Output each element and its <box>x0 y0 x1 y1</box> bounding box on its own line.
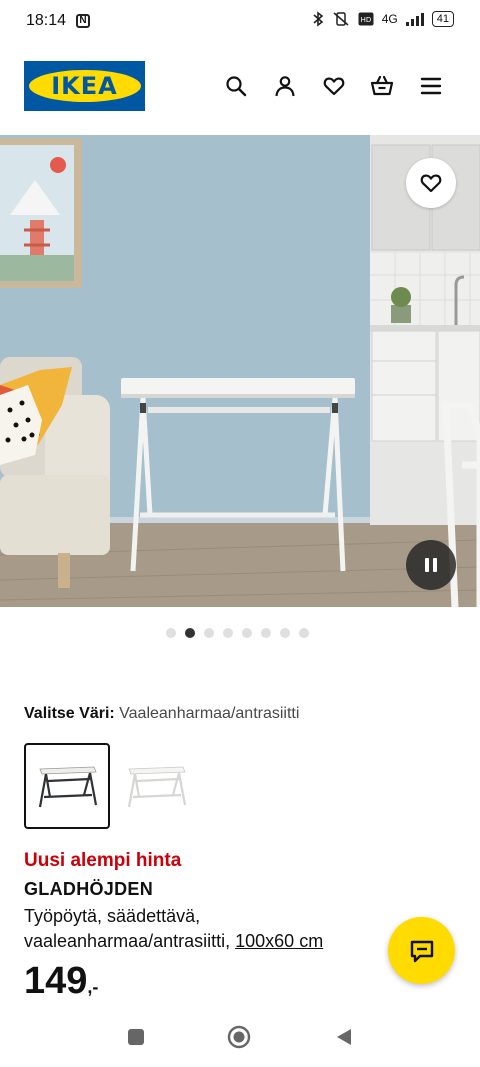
carousel-dot[interactable] <box>204 628 214 638</box>
price-suffix: ,- <box>87 977 99 997</box>
home-button[interactable] <box>227 1025 251 1049</box>
recents-button[interactable] <box>124 1025 148 1049</box>
logo-oval: IKEA <box>28 70 141 102</box>
chat-icon <box>410 940 433 962</box>
carousel-indicator <box>166 628 309 638</box>
product-price: 149,- <box>24 960 98 1003</box>
volte-icon: HD <box>358 12 374 26</box>
bluetooth-icon <box>313 11 324 27</box>
pause-icon <box>425 558 437 572</box>
basket-icon[interactable] <box>368 72 396 100</box>
battery-level: 41 <box>436 13 449 25</box>
logo-text: IKEA <box>51 72 118 100</box>
product-size-link[interactable]: 100x60 cm <box>235 931 323 951</box>
status-time: 18:14 <box>26 12 67 29</box>
back-icon <box>337 1029 351 1045</box>
desk-thumbnail-white <box>127 766 187 808</box>
desk-thumbnail-anthracite <box>38 766 98 808</box>
price-integer: 149 <box>24 960 88 1002</box>
vibrate-off-icon <box>333 12 349 26</box>
site-header: IKEA <box>0 40 480 135</box>
heart-icon <box>420 174 442 193</box>
battery-icon: 41 <box>431 11 454 27</box>
carousel-dot[interactable] <box>242 628 252 638</box>
new-lower-price-label: Uusi alempi hinta <box>24 850 182 871</box>
save-to-favourites-button[interactable] <box>406 158 456 208</box>
system-navigation-bar <box>0 1005 480 1067</box>
color-swatch-grey-anthracite[interactable] <box>24 743 110 829</box>
signal-icon <box>405 12 424 26</box>
carousel-dot[interactable] <box>166 628 176 638</box>
nfc-icon: N <box>76 14 90 28</box>
product-type: Työpöytä, säädettävä, vaaleanharmaa/antr… <box>24 906 231 951</box>
home-icon <box>227 1025 251 1049</box>
color-label: Valitse Väri: <box>24 705 115 722</box>
search-icon[interactable] <box>222 72 250 100</box>
recents-icon <box>128 1029 144 1045</box>
chat-button[interactable] <box>388 917 455 984</box>
heart-icon[interactable] <box>320 72 348 100</box>
color-selection-label: Valitse Väri: Vaaleanharmaa/antrasiitti <box>24 705 299 723</box>
back-button[interactable] <box>332 1025 356 1049</box>
product-name: GLADHÖJDEN <box>24 879 154 899</box>
carousel-dot[interactable] <box>280 628 290 638</box>
carousel-dot[interactable] <box>223 628 233 638</box>
room-scene-image <box>0 135 480 607</box>
product-description: Työpöytä, säädettävä, vaaleanharmaa/antr… <box>24 904 384 954</box>
account-icon[interactable] <box>271 72 299 100</box>
pause-slideshow-button[interactable] <box>406 540 456 590</box>
status-bar: 18:14 N HD 4G 41 <box>0 0 480 40</box>
ikea-logo[interactable]: IKEA <box>24 61 145 111</box>
status-icons: HD 4G 41 <box>312 11 454 27</box>
color-value: Vaaleanharmaa/antrasiitti <box>119 705 300 722</box>
carousel-dot[interactable] <box>185 628 195 638</box>
network-type: 4G <box>381 12 398 26</box>
carousel-dot[interactable] <box>261 628 271 638</box>
svg-text:HD: HD <box>360 16 371 24</box>
product-image[interactable] <box>0 135 480 607</box>
carousel-dot[interactable] <box>299 628 309 638</box>
color-swatch-white[interactable] <box>113 743 199 829</box>
menu-icon[interactable] <box>417 72 445 100</box>
